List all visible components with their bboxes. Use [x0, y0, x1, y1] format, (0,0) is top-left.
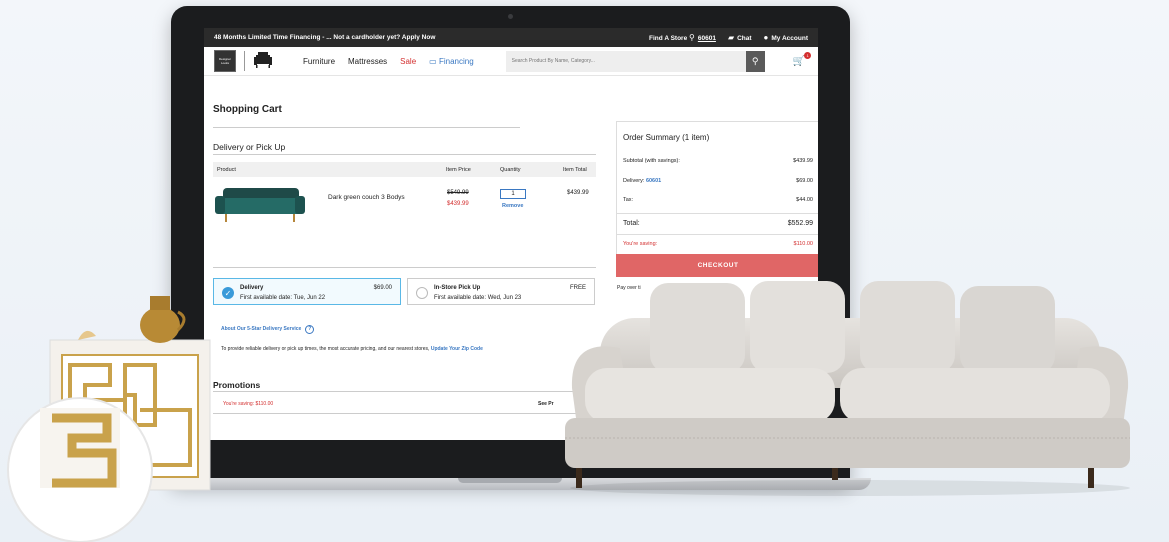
promo-saving: You're saving: $110.00 — [223, 401, 274, 407]
delivery-label: Delivery: — [623, 178, 645, 184]
help-icon[interactable]: ? — [305, 325, 315, 334]
divider — [213, 154, 596, 155]
summary-delivery: Delivery: 60601 $69.00 — [623, 178, 813, 184]
order-summary: Order Summary (1 item) Subtotal (with sa… — [616, 121, 818, 255]
zip-info: To provide reliable delivery or pick up … — [221, 346, 483, 352]
chat-icon: ▰ — [727, 33, 735, 42]
chat-link[interactable]: ▰ Chat — [728, 33, 752, 42]
header-item-total: Item Total — [563, 167, 587, 173]
cart-icon: 🛒 — [792, 55, 806, 67]
cabinet-image — [7, 296, 211, 542]
about-delivery-label: About Our 5-Star Delivery Service — [221, 326, 302, 332]
promotions-title: Promotions — [213, 380, 261, 390]
nav-financing-label: Financing — [438, 56, 474, 66]
cart-table-header: Product Item Price Quantity Item Total — [213, 162, 596, 177]
total-label: Total: — [623, 220, 640, 227]
header-quantity: Quantity — [500, 167, 521, 173]
nav-sale[interactable]: Sale — [400, 57, 416, 66]
about-delivery-link[interactable]: About Our 5-Star Delivery Service? — [221, 325, 315, 334]
summary-title: Order Summary (1 item) — [623, 133, 710, 142]
subtotal-label: Subtotal (with savings): — [623, 158, 680, 164]
section-title: Delivery or Pick Up — [213, 142, 286, 152]
search-icon: ⚲ — [751, 55, 759, 66]
top-bar: 48 Months Limited Time Financing - ... N… — [204, 28, 818, 47]
delivery-value: $69.00 — [796, 178, 813, 184]
nav-mattresses[interactable]: Mattresses — [348, 57, 387, 66]
nav-furniture[interactable]: Furniture — [303, 57, 335, 66]
saving-value: $110.00 — [793, 241, 813, 247]
pickup-date: First available date: Wed, Jun 23 — [434, 295, 522, 301]
logo-divider — [244, 51, 245, 71]
delivery-title: Delivery — [240, 285, 264, 291]
search-button[interactable]: ⚲ — [745, 50, 765, 72]
divider — [213, 413, 596, 414]
sale-price: $439.99 — [447, 201, 469, 207]
location-pin-icon: ⚲ — [689, 33, 695, 42]
update-zip-link[interactable]: Update Your Zip Code — [431, 346, 483, 352]
summary-saving: You're saving: $110.00 — [623, 241, 813, 247]
see-promotions-link[interactable]: See Pr — [538, 401, 554, 407]
check-icon: ✓ — [222, 287, 234, 299]
divider — [617, 234, 818, 235]
delivery-price: $69.00 — [373, 285, 392, 291]
camera-dot — [508, 14, 513, 19]
cart-button[interactable]: 🛒 1 — [792, 51, 812, 67]
find-store-link[interactable]: Find A Store ⚲ 60601 — [649, 33, 716, 42]
zip-link[interactable]: 60601 — [698, 35, 716, 42]
product-name[interactable]: Dark green couch 3 Bodys — [328, 194, 405, 201]
header-item-price: Item Price — [446, 167, 471, 173]
summary-zip-link[interactable]: 60601 — [646, 178, 661, 184]
logo-text: Designer Looks — [218, 57, 231, 65]
divider — [213, 267, 596, 268]
divider — [213, 391, 596, 392]
checkout-button[interactable]: CHECKOUT — [616, 254, 818, 277]
nav-financing[interactable]: ▭ Financing — [429, 57, 473, 66]
summary-tax: Tax: $44.00 — [623, 197, 813, 203]
laptop-notch — [458, 478, 562, 483]
divider — [617, 213, 818, 214]
radio-circle[interactable] — [416, 287, 428, 299]
summary-subtotal: Subtotal (with savings): $439.99 — [623, 158, 813, 164]
total-value: $552.99 — [787, 220, 813, 227]
find-store-label: Find A Store — [649, 35, 688, 42]
chat-label: Chat — [737, 35, 752, 42]
zip-info-text: To provide reliable delivery or pick up … — [221, 346, 430, 352]
credit-card-icon: ▭ — [429, 56, 437, 66]
delivery-date: First available date: Tue, Jun 22 — [240, 295, 326, 301]
user-icon: ● — [763, 33, 769, 42]
tax-label: Tax: — [623, 197, 634, 203]
remove-link[interactable]: Remove — [502, 203, 523, 209]
search-input[interactable] — [505, 50, 746, 72]
header-product: Product — [217, 167, 236, 173]
saving-label: You're saving: — [623, 241, 658, 247]
item-total: $439.99 — [567, 190, 589, 196]
summary-total: Total: $552.99 — [623, 220, 813, 227]
cart-count-badge: 1 — [804, 51, 812, 59]
sofa-image — [565, 281, 1130, 496]
subtotal-value: $439.99 — [793, 158, 813, 164]
account-link[interactable]: ● My Account — [764, 33, 808, 42]
divider — [213, 127, 520, 128]
account-label: My Account — [771, 35, 808, 42]
original-price: $549.99 — [447, 190, 469, 196]
search-bar: ⚲ — [505, 50, 765, 72]
store-logo[interactable]: Designer Looks — [214, 50, 236, 72]
financing-promo-link[interactable]: 48 Months Limited Time Financing - ... N… — [214, 34, 649, 41]
quantity-input[interactable]: 1 — [500, 189, 526, 199]
product-image[interactable] — [215, 186, 305, 231]
main-nav: Designer Looks Furniture Mattresses Sale… — [204, 47, 818, 76]
page-title: Shopping Cart — [213, 104, 282, 115]
pickup-title: In-Store Pick Up — [434, 285, 481, 291]
armchair-logo-icon[interactable] — [253, 49, 273, 74]
delivery-option[interactable]: ✓ Delivery First available date: Tue, Ju… — [213, 278, 401, 305]
tax-value: $44.00 — [796, 197, 813, 203]
